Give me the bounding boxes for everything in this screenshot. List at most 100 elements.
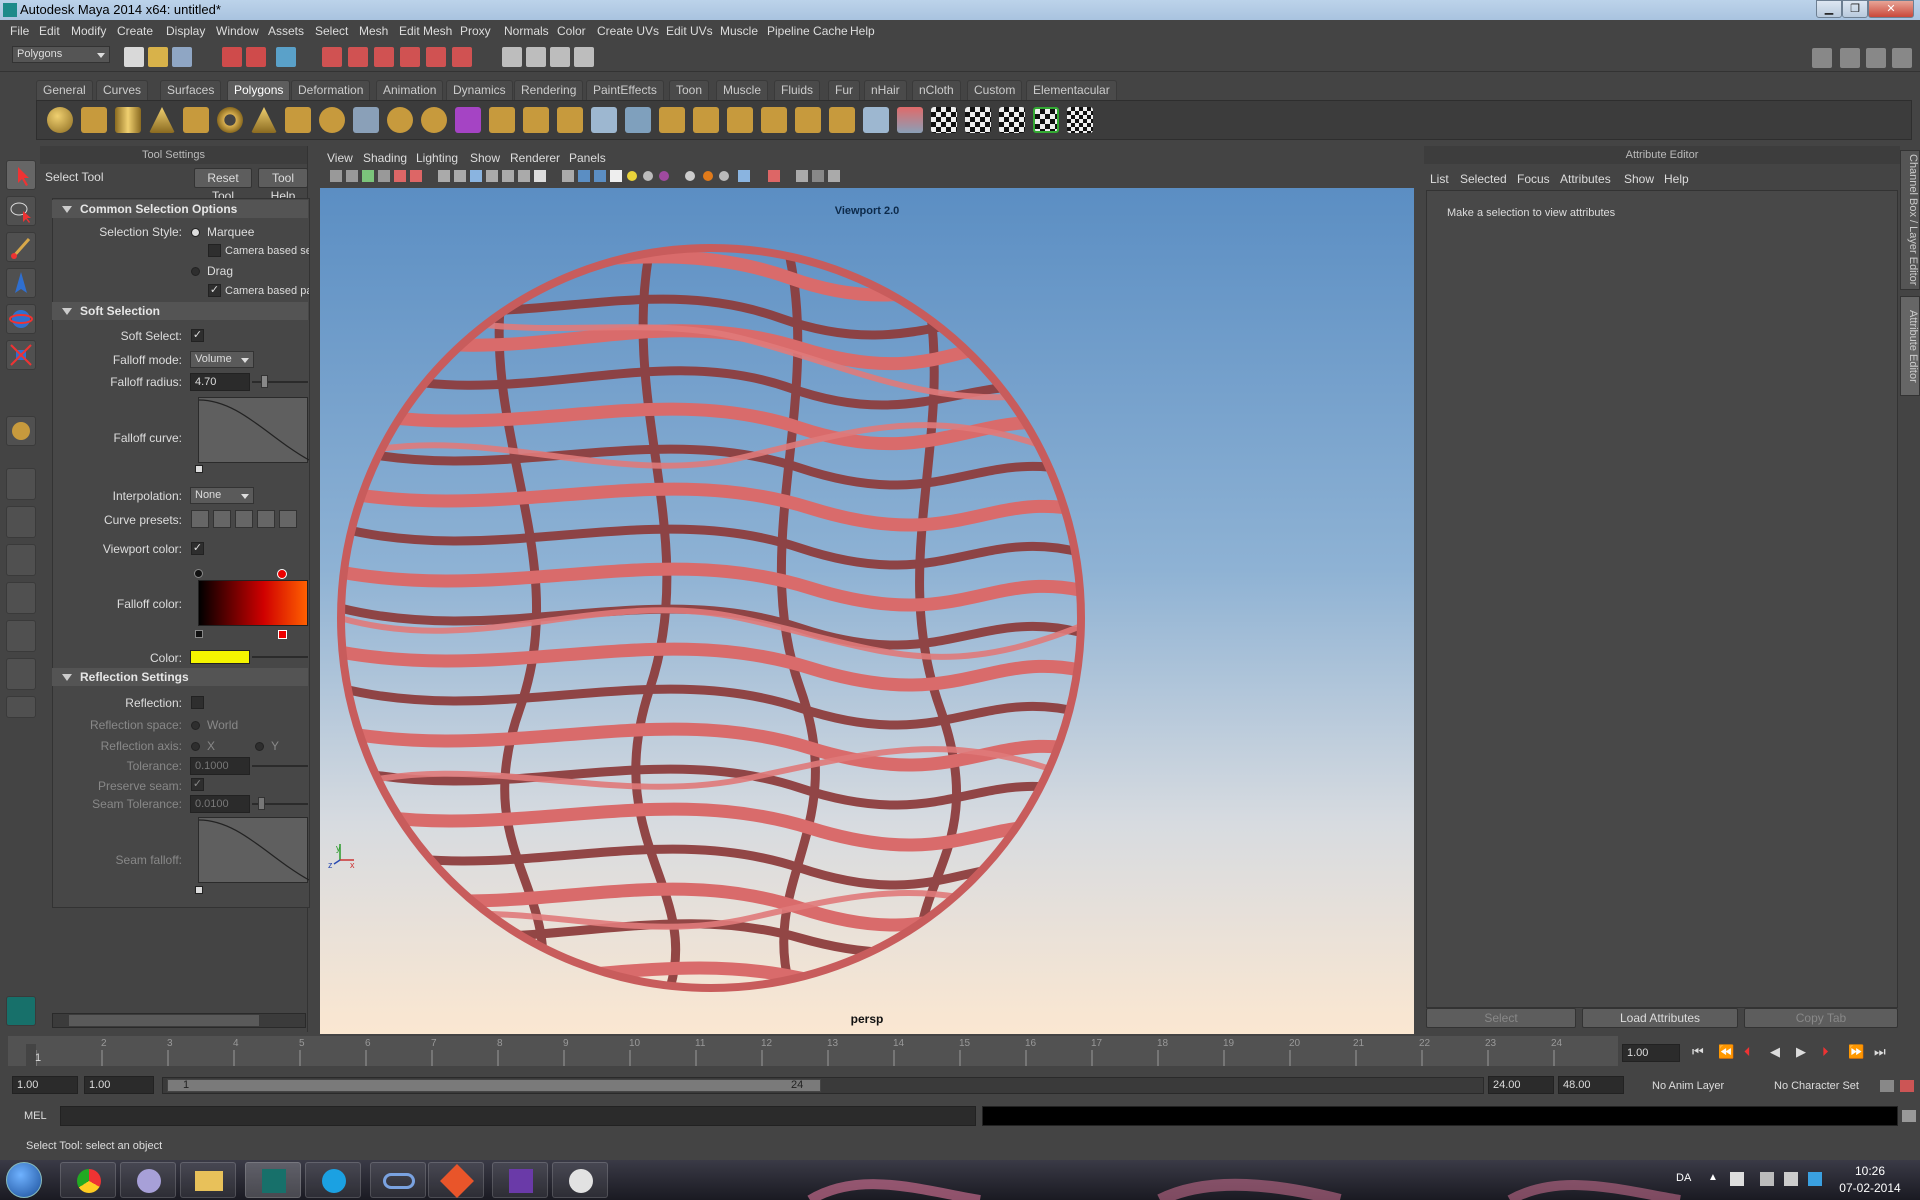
falloff-radius-slider-handle[interactable] [261, 375, 268, 388]
menu-set-dropdown[interactable]: Polygons [12, 46, 110, 63]
menu-edit-mesh[interactable]: Edit Mesh [399, 24, 452, 38]
menu-select[interactable]: Select [315, 24, 348, 38]
attr-menu-selected[interactable]: Selected [1460, 172, 1507, 186]
taskbar-chrome-icon[interactable] [60, 1162, 116, 1198]
automatic-mapping-icon[interactable] [931, 107, 957, 133]
planar-mapping-icon[interactable] [829, 107, 855, 133]
maximize-button[interactable]: ❐ [1842, 0, 1868, 18]
show-tool-settings-icon[interactable] [1866, 48, 1886, 68]
taskbar-explorer-icon[interactable] [180, 1162, 236, 1198]
shelf-tab-surfaces[interactable]: Surfaces [160, 80, 222, 100]
shelf-tab-custom[interactable]: Custom [967, 80, 1023, 100]
menu-mesh[interactable]: Mesh [359, 24, 388, 38]
move-tool-icon[interactable] [6, 268, 36, 298]
fill-hole-icon[interactable] [727, 107, 753, 133]
falloff-mode-dropdown[interactable]: Volume [190, 351, 254, 368]
taskbar-skype-icon[interactable] [305, 1162, 361, 1198]
insert-edge-loop-icon[interactable] [625, 107, 651, 133]
menu-window[interactable]: Window [216, 24, 259, 38]
animation-start-field[interactable]: 1.00 [12, 1076, 78, 1094]
go-to-start-button[interactable]: ⏮ [1692, 1044, 1704, 1060]
animation-end-field[interactable]: 48.00 [1558, 1076, 1624, 1094]
layout-more-icon[interactable] [6, 696, 36, 718]
step-back-frame-button[interactable]: ⏴ [1744, 1044, 1751, 1060]
script-editor-icon[interactable] [1902, 1110, 1916, 1122]
select-tool-icon[interactable] [6, 160, 36, 190]
menu-color[interactable]: Color [557, 24, 586, 38]
rotate-tool-icon[interactable] [6, 304, 36, 334]
shelf-tab-rendering[interactable]: Rendering [514, 80, 584, 100]
shelf-tab-painteffects[interactable]: PaintEffects [586, 80, 664, 100]
tolerance-field[interactable]: 0.1000 [190, 757, 250, 775]
interpolation-dropdown[interactable]: None [190, 487, 254, 504]
auto-key-icon[interactable] [1880, 1080, 1894, 1092]
menu-normals[interactable]: Normals [504, 24, 549, 38]
smooth-icon[interactable] [455, 107, 481, 133]
spherical-mapping-icon[interactable] [897, 107, 923, 133]
new-scene-icon[interactable] [124, 47, 144, 67]
step-forward-key-button[interactable]: ⏩ [1848, 1044, 1864, 1060]
command-input[interactable] [60, 1106, 976, 1126]
layout-persp-graph-icon[interactable] [6, 582, 36, 614]
range-slider-track[interactable]: 1 24 [162, 1077, 1484, 1094]
color-slider[interactable] [252, 656, 308, 658]
append-polygon-icon[interactable] [557, 107, 583, 133]
playback-end-field[interactable]: 24.00 [1488, 1076, 1554, 1094]
clock-time[interactable]: 10:26 [1820, 1164, 1920, 1178]
snap-point-icon[interactable] [374, 47, 394, 67]
close-window-button[interactable]: ✕ [1868, 0, 1914, 18]
shelf-tab-ncloth[interactable]: nCloth [912, 80, 961, 100]
step-back-key-button[interactable]: ⏪ [1718, 1044, 1734, 1060]
taskbar-visual-studio-icon[interactable] [492, 1162, 548, 1198]
menu-assets[interactable]: Assets [268, 24, 304, 38]
ipr-render-icon[interactable] [550, 47, 570, 67]
curve-preset-2-button[interactable] [213, 510, 231, 528]
curve-preset-4-button[interactable] [257, 510, 275, 528]
copy-tab-button[interactable]: Copy Tab [1744, 1008, 1898, 1028]
shelf-tab-nhair[interactable]: nHair [864, 80, 907, 100]
poly-cylinder-icon[interactable] [115, 107, 141, 133]
poly-prism-icon[interactable] [251, 107, 277, 133]
menu-muscle[interactable]: Muscle [720, 24, 758, 38]
minimize-button[interactable]: ▁ [1816, 0, 1842, 18]
sculpt-geometry-icon[interactable] [795, 107, 821, 133]
shelf-tab-animation[interactable]: Animation [376, 80, 444, 100]
merge-vertices-icon[interactable] [761, 107, 787, 133]
curve-preset-5-button[interactable] [279, 510, 297, 528]
drag-radio[interactable] [191, 267, 200, 276]
menu-edit-uvs[interactable]: Edit UVs [666, 24, 713, 38]
character-set-dropdown[interactable]: No Character Set [1774, 1080, 1859, 1092]
poly-cone-icon[interactable] [149, 107, 175, 133]
poly-pipe-icon[interactable] [285, 107, 311, 133]
render-settings-icon[interactable] [574, 47, 594, 67]
menu-edit[interactable]: Edit [39, 24, 60, 38]
shelf-tab-elementacular[interactable]: Elementacular [1026, 80, 1117, 100]
seam-falloff-curve-graph[interactable] [198, 817, 310, 883]
reflection-axis-y-radio[interactable] [255, 742, 264, 751]
wire-sphere-mesh[interactable] [320, 188, 1414, 1034]
show-attribute-editor-icon[interactable] [1840, 48, 1860, 68]
seam-falloff-curve-key[interactable] [195, 886, 203, 894]
attr-menu-focus[interactable]: Focus [1517, 172, 1550, 186]
attr-select-button[interactable]: Select [1426, 1008, 1576, 1028]
volume-icon[interactable] [1784, 1172, 1798, 1186]
preserve-seam-checkbox[interactable]: ✓ [191, 778, 204, 791]
marquee-radio[interactable] [191, 228, 200, 237]
taskbar-maya-icon[interactable] [245, 1162, 301, 1198]
step-forward-frame-button[interactable]: ⏵ [1822, 1044, 1829, 1060]
tool-help-button[interactable]: Tool Help [258, 168, 308, 203]
bevel-icon[interactable] [693, 107, 719, 133]
falloff-radius-field[interactable]: 4.70 [190, 373, 250, 391]
layout-four-panes-icon[interactable] [6, 506, 36, 538]
camera-based-paint-checkbox[interactable]: ✓ [208, 284, 221, 297]
reset-tool-button[interactable]: Reset Tool [194, 168, 252, 203]
snap-grid-icon[interactable] [322, 47, 342, 67]
seam-tolerance-field[interactable]: 0.0100 [190, 795, 250, 813]
taskbar-infinity-app-icon[interactable] [370, 1162, 426, 1198]
curve-preset-1-button[interactable] [191, 510, 209, 528]
poly-plane-icon[interactable] [183, 107, 209, 133]
attr-menu-attributes[interactable]: Attributes [1560, 172, 1611, 186]
snap-view-plane-icon[interactable] [400, 47, 420, 67]
boolean-icon[interactable] [421, 107, 447, 133]
falloff-color-key-end[interactable] [277, 569, 287, 579]
